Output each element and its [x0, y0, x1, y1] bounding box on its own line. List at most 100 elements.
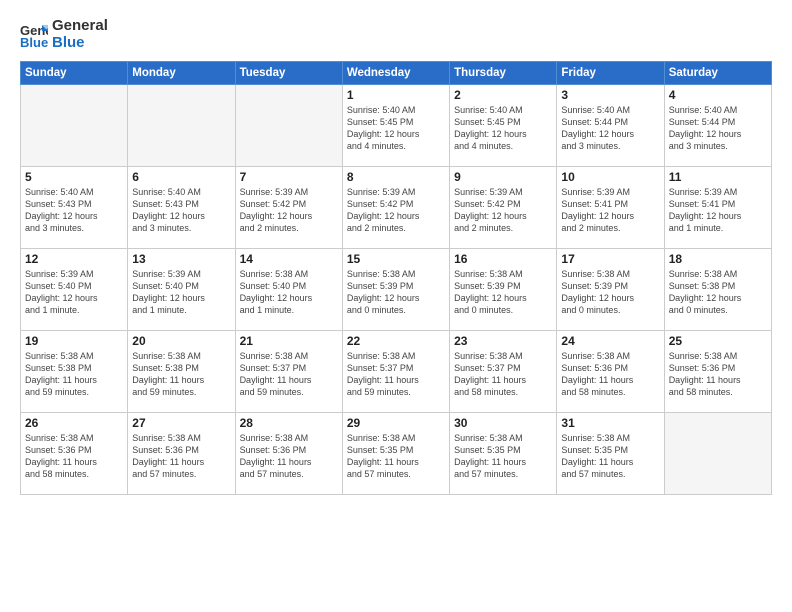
- day-info: Sunrise: 5:38 AM Sunset: 5:36 PM Dayligh…: [561, 350, 659, 399]
- calendar-cell: 10Sunrise: 5:39 AM Sunset: 5:41 PM Dayli…: [557, 167, 664, 249]
- day-info: Sunrise: 5:38 AM Sunset: 5:36 PM Dayligh…: [25, 432, 123, 481]
- day-info: Sunrise: 5:38 AM Sunset: 5:37 PM Dayligh…: [240, 350, 338, 399]
- calendar-cell: 15 Sunrise: 5:38 AM Sunset: 5:39 PM Dayli…: [342, 249, 449, 331]
- calendar-cell: 1 Sunrise: 5:40 AM Sunset: 5:45 PM Daylig…: [342, 85, 449, 167]
- calendar-cell: 13 Sunrise: 5:39 AM Sunset: 5:40 PM Dayli…: [128, 249, 235, 331]
- day-info: Sunrise: 5:40 AM Sunset: 5:44 PM Dayligh…: [669, 104, 767, 153]
- day-info: Sunrise: 5:39 AM Sunset: 5:42 PM Dayligh…: [240, 186, 338, 235]
- calendar-cell: 28Sunrise: 5:38 AM Sunset: 5:36 PM Dayli…: [235, 413, 342, 495]
- day-number: 27: [132, 416, 230, 430]
- day-number: 21: [240, 334, 338, 348]
- day-info: Sunrise: 5:38 AM Sunset: 5:38 PM Dayligh…: [25, 350, 123, 399]
- day-info: Sunrise: 5:38 AM Sunset: 5:36 PM Dayligh…: [669, 350, 767, 399]
- calendar-cell: 30 Sunrise: 5:38 AM Sunset: 5:35 PM Dayli…: [450, 413, 557, 495]
- day-number: 28: [240, 416, 338, 430]
- calendar-cell: 25 Sunrise: 5:38 AM Sunset: 5:36 PM Dayli…: [664, 331, 771, 413]
- calendar-week-row: 19Sunrise: 5:38 AM Sunset: 5:38 PM Dayli…: [21, 331, 772, 413]
- calendar-cell: 5Sunrise: 5:40 AM Sunset: 5:43 PM Daylig…: [21, 167, 128, 249]
- day-info: Sunrise: 5:39 AM Sunset: 5:40 PM Dayligh…: [25, 268, 123, 317]
- calendar-cell: 4 Sunrise: 5:40 AM Sunset: 5:44 PM Daylig…: [664, 85, 771, 167]
- day-number: 2: [454, 88, 552, 102]
- day-info: Sunrise: 5:38 AM Sunset: 5:36 PM Dayligh…: [132, 432, 230, 481]
- calendar-cell: 6 Sunrise: 5:40 AM Sunset: 5:43 PM Daylig…: [128, 167, 235, 249]
- day-info: Sunrise: 5:38 AM Sunset: 5:35 PM Dayligh…: [347, 432, 445, 481]
- calendar-cell: 14Sunrise: 5:38 AM Sunset: 5:40 PM Dayli…: [235, 249, 342, 331]
- day-number: 4: [669, 88, 767, 102]
- day-number: 23: [454, 334, 552, 348]
- day-number: 7: [240, 170, 338, 184]
- day-number: 6: [132, 170, 230, 184]
- day-number: 29: [347, 416, 445, 430]
- day-number: 10: [561, 170, 659, 184]
- calendar-cell: 21 Sunrise: 5:38 AM Sunset: 5:37 PM Dayli…: [235, 331, 342, 413]
- day-number: 1: [347, 88, 445, 102]
- day-number: 12: [25, 252, 123, 266]
- weekday-header-saturday: Saturday: [664, 62, 771, 85]
- calendar-cell: 7 Sunrise: 5:39 AM Sunset: 5:42 PM Daylig…: [235, 167, 342, 249]
- calendar-cell: 22 Sunrise: 5:38 AM Sunset: 5:37 PM Dayli…: [342, 331, 449, 413]
- day-info: Sunrise: 5:40 AM Sunset: 5:45 PM Dayligh…: [347, 104, 445, 153]
- day-number: 9: [454, 170, 552, 184]
- day-number: 3: [561, 88, 659, 102]
- calendar-cell: 11Sunrise: 5:39 AM Sunset: 5:41 PM Dayli…: [664, 167, 771, 249]
- day-info: Sunrise: 5:38 AM Sunset: 5:39 PM Dayligh…: [347, 268, 445, 317]
- day-info: Sunrise: 5:38 AM Sunset: 5:35 PM Dayligh…: [454, 432, 552, 481]
- calendar-week-row: 26Sunrise: 5:38 AM Sunset: 5:36 PM Dayli…: [21, 413, 772, 495]
- day-info: Sunrise: 5:38 AM Sunset: 5:38 PM Dayligh…: [669, 268, 767, 317]
- calendar-week-row: 5Sunrise: 5:40 AM Sunset: 5:43 PM Daylig…: [21, 167, 772, 249]
- weekday-header-tuesday: Tuesday: [235, 62, 342, 85]
- logo-icon: General Blue: [20, 21, 48, 49]
- day-info: Sunrise: 5:38 AM Sunset: 5:35 PM Dayligh…: [561, 432, 659, 481]
- calendar-cell: 2 Sunrise: 5:40 AM Sunset: 5:45 PM Daylig…: [450, 85, 557, 167]
- weekday-header-thursday: Thursday: [450, 62, 557, 85]
- day-info: Sunrise: 5:38 AM Sunset: 5:37 PM Dayligh…: [347, 350, 445, 399]
- day-number: 13: [132, 252, 230, 266]
- day-number: 18: [669, 252, 767, 266]
- day-info: Sunrise: 5:40 AM Sunset: 5:43 PM Dayligh…: [132, 186, 230, 235]
- day-number: 24: [561, 334, 659, 348]
- calendar-cell: 19Sunrise: 5:38 AM Sunset: 5:38 PM Dayli…: [21, 331, 128, 413]
- day-number: 25: [669, 334, 767, 348]
- calendar-cell: 8 Sunrise: 5:39 AM Sunset: 5:42 PM Daylig…: [342, 167, 449, 249]
- calendar-cell: 27 Sunrise: 5:38 AM Sunset: 5:36 PM Dayli…: [128, 413, 235, 495]
- calendar-cell: 16 Sunrise: 5:38 AM Sunset: 5:39 PM Dayli…: [450, 249, 557, 331]
- day-number: 31: [561, 416, 659, 430]
- day-info: Sunrise: 5:38 AM Sunset: 5:39 PM Dayligh…: [561, 268, 659, 317]
- logo-general-text: General: [52, 17, 108, 34]
- day-info: Sunrise: 5:39 AM Sunset: 5:42 PM Dayligh…: [454, 186, 552, 235]
- day-number: 30: [454, 416, 552, 430]
- day-info: Sunrise: 5:38 AM Sunset: 5:37 PM Dayligh…: [454, 350, 552, 399]
- day-info: Sunrise: 5:40 AM Sunset: 5:45 PM Dayligh…: [454, 104, 552, 153]
- day-info: Sunrise: 5:39 AM Sunset: 5:40 PM Dayligh…: [132, 268, 230, 317]
- day-number: 8: [347, 170, 445, 184]
- day-info: Sunrise: 5:40 AM Sunset: 5:43 PM Dayligh…: [25, 186, 123, 235]
- day-number: 15: [347, 252, 445, 266]
- weekday-header-row: SundayMondayTuesdayWednesdayThursdayFrid…: [21, 62, 772, 85]
- calendar-cell: [664, 413, 771, 495]
- day-info: Sunrise: 5:39 AM Sunset: 5:41 PM Dayligh…: [669, 186, 767, 235]
- day-info: Sunrise: 5:38 AM Sunset: 5:39 PM Dayligh…: [454, 268, 552, 317]
- svg-text:Blue: Blue: [20, 35, 48, 49]
- calendar-cell: 9 Sunrise: 5:39 AM Sunset: 5:42 PM Daylig…: [450, 167, 557, 249]
- calendar-cell: 31 Sunrise: 5:38 AM Sunset: 5:35 PM Dayli…: [557, 413, 664, 495]
- day-number: 17: [561, 252, 659, 266]
- calendar-cell: 18 Sunrise: 5:38 AM Sunset: 5:38 PM Dayli…: [664, 249, 771, 331]
- day-number: 22: [347, 334, 445, 348]
- calendar-cell: 26Sunrise: 5:38 AM Sunset: 5:36 PM Dayli…: [21, 413, 128, 495]
- day-number: 16: [454, 252, 552, 266]
- weekday-header-sunday: Sunday: [21, 62, 128, 85]
- weekday-header-wednesday: Wednesday: [342, 62, 449, 85]
- day-info: Sunrise: 5:40 AM Sunset: 5:44 PM Dayligh…: [561, 104, 659, 153]
- calendar-cell: [235, 85, 342, 167]
- calendar-cell: 17 Sunrise: 5:38 AM Sunset: 5:39 PM Dayli…: [557, 249, 664, 331]
- calendar-cell: 3 Sunrise: 5:40 AM Sunset: 5:44 PM Daylig…: [557, 85, 664, 167]
- page-header: General Blue General Blue: [20, 18, 772, 51]
- calendar-week-row: 1 Sunrise: 5:40 AM Sunset: 5:45 PM Daylig…: [21, 85, 772, 167]
- logo: General Blue General Blue: [20, 18, 108, 51]
- calendar-cell: 29 Sunrise: 5:38 AM Sunset: 5:35 PM Dayli…: [342, 413, 449, 495]
- calendar-cell: 12 Sunrise: 5:39 AM Sunset: 5:40 PM Dayli…: [21, 249, 128, 331]
- weekday-header-monday: Monday: [128, 62, 235, 85]
- calendar-table: SundayMondayTuesdayWednesdayThursdayFrid…: [20, 61, 772, 495]
- day-info: Sunrise: 5:39 AM Sunset: 5:42 PM Dayligh…: [347, 186, 445, 235]
- calendar-week-row: 12 Sunrise: 5:39 AM Sunset: 5:40 PM Dayli…: [21, 249, 772, 331]
